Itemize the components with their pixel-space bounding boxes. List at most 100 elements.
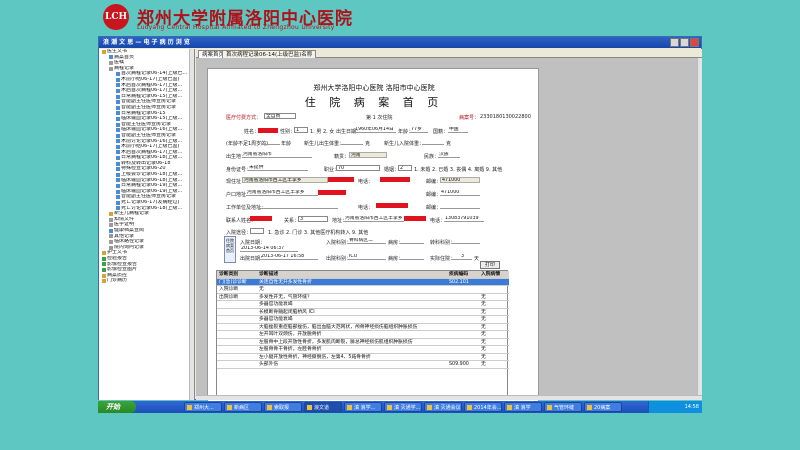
payment-select[interactable]: 全自费 bbox=[264, 113, 296, 119]
taskbar-button[interactable]: 新病区 bbox=[224, 402, 262, 412]
minimize-button[interactable] bbox=[670, 38, 679, 47]
taskbar-button-label: 2014年会... bbox=[474, 405, 502, 411]
document-icon bbox=[116, 206, 120, 211]
table-row[interactable]: 门(急)诊诊断 关连自性无开多发性骨折 S02.101 bbox=[217, 278, 509, 286]
route-select[interactable] bbox=[250, 228, 264, 234]
zip-field[interactable]: 471000 bbox=[440, 177, 480, 183]
doc-hospital-line: 郑州大学洛阳中心医院 洛阳市中心医院 bbox=[313, 84, 435, 92]
marriage-select[interactable]: 2 bbox=[398, 165, 412, 171]
cell-description: 头部外伤 bbox=[259, 362, 279, 367]
hukou-redaction bbox=[318, 190, 346, 195]
table-row[interactable]: 出院诊断 多发性开无，气管环缝？ 无 bbox=[217, 294, 509, 301]
taskbar-button-label: 郑州大... bbox=[194, 405, 214, 411]
tree-scrollbar[interactable] bbox=[189, 49, 194, 400]
doc-title: 住 院 病 案 首 页 bbox=[304, 96, 444, 109]
taskbar-button[interactable]: 2014年会... bbox=[464, 402, 502, 412]
document-icon bbox=[102, 262, 106, 267]
table-row[interactable]: 左股骨中上段开放性骨折，多发肌肉断裂，腓总神经损伤肌组织肿胀损伤 无 bbox=[217, 339, 509, 346]
job-select[interactable]: 70 bbox=[336, 165, 380, 171]
cell-condition bbox=[479, 286, 509, 293]
maximize-button[interactable] bbox=[680, 38, 689, 47]
nation-field[interactable]: 中国 bbox=[448, 127, 468, 133]
tree-item[interactable]: 门诊病历 bbox=[99, 278, 194, 284]
document-icon bbox=[116, 72, 120, 77]
viewer-hscrollbar[interactable] bbox=[196, 395, 702, 400]
id-field[interactable]: 未提供 bbox=[248, 165, 308, 171]
close-button[interactable] bbox=[690, 38, 699, 47]
phone2-label: 电话： bbox=[358, 205, 374, 211]
taskbar-button[interactable]: 浪文道 bbox=[304, 402, 342, 412]
viewer-vscrollbar[interactable] bbox=[697, 58, 702, 395]
taskbar-button[interactable]: 郑州大... bbox=[184, 402, 222, 412]
discharge-date-field[interactable]: 2013-06-17 16:58 bbox=[260, 254, 318, 260]
cell-code bbox=[447, 346, 479, 353]
table-row[interactable]: 入院诊断 无 bbox=[217, 286, 509, 294]
birth-field[interactable]: 1960年06月14日 bbox=[354, 127, 396, 133]
tab-first-course[interactable]: 首次病程记录06-14(上级巴监)名称 bbox=[222, 50, 317, 58]
sex-select[interactable]: 1 bbox=[294, 127, 308, 133]
ethnic-field[interactable]: 汉族 bbox=[438, 152, 460, 158]
name-redaction bbox=[258, 128, 278, 133]
zip2-field[interactable]: 471000 bbox=[440, 190, 480, 196]
hospital-logo: LCH bbox=[103, 4, 129, 30]
newborn-weight2-field[interactable] bbox=[422, 139, 444, 145]
app-icon bbox=[507, 405, 512, 410]
age-field[interactable]: 77岁 bbox=[410, 127, 428, 133]
record-tree: 医生文书 病案首页 医嘱 病程记录 首次病程记录06-14(上级巴... 术前小结06-1… bbox=[99, 49, 195, 400]
ward2-field[interactable] bbox=[400, 254, 424, 260]
taskbar-button[interactable]: 滇 浪学 bbox=[504, 402, 542, 412]
zip-label: 邮编： bbox=[426, 179, 442, 185]
native-field[interactable]: 河南 bbox=[349, 152, 387, 158]
app-icon bbox=[427, 405, 432, 410]
contact-phone-label: 电话： bbox=[430, 218, 446, 224]
table-row[interactable]: 左开耳叶双颌伤，开放脱骨折 无 bbox=[217, 331, 509, 339]
taskbar-button-label: 气管环缝 bbox=[554, 405, 575, 411]
newborn-weight-field[interactable] bbox=[341, 139, 363, 145]
document-viewer: 郑州大学洛阳中心医院 洛阳市中心医院 住 院 病 案 首 页 医疗付费方式： 全… bbox=[196, 58, 702, 408]
days-field[interactable]: 3 bbox=[452, 254, 472, 260]
table-row[interactable]: 长模断脊髓起闭脑桥风 ICI 无 bbox=[217, 309, 509, 316]
table-row[interactable]: 大脑挫裂重症脑部挫伤，脑出血脑大范网状，颅骨神经损伤脑组织肿胀损伤 无 bbox=[217, 324, 509, 331]
admit-date-field[interactable]: 2013-06-14 06:37 bbox=[240, 246, 298, 252]
start-button[interactable]: 开始 bbox=[98, 401, 136, 413]
document-icon bbox=[116, 167, 120, 172]
discharge-dept-field[interactable]: ICU bbox=[348, 254, 386, 260]
taskbar-button[interactable]: 滇 浪学... bbox=[344, 402, 382, 412]
birthplace-field[interactable]: 河南省洛阳市 bbox=[242, 152, 312, 158]
taskbar-button[interactable]: 20病案 bbox=[584, 402, 622, 412]
table-row[interactable]: 左小腿开放性骨折，神经撕脱伤，左第4、5跖骨骨折 无 bbox=[217, 354, 509, 361]
days-unit: 天 bbox=[474, 256, 480, 262]
cell-category bbox=[217, 324, 257, 331]
payment-label: 医疗付费方式： bbox=[226, 115, 262, 121]
work-field[interactable] bbox=[258, 203, 338, 209]
cell-condition: 无 bbox=[481, 302, 486, 307]
transfer-field[interactable] bbox=[452, 238, 480, 244]
table-row[interactable]: 左股骨骨干骨折，左胫骨骨折 无 bbox=[217, 346, 509, 354]
taskbar-button[interactable]: 滇 灭通会议... bbox=[424, 402, 462, 412]
table-row[interactable]: 多器官功能衰竭 无 bbox=[217, 301, 509, 309]
zip3-field[interactable] bbox=[440, 203, 480, 209]
admit-dept-field[interactable]: 骨科病区二 bbox=[348, 238, 386, 244]
ward-field[interactable] bbox=[400, 238, 424, 244]
table-row[interactable]: 头部外伤 S09.900 无 bbox=[217, 361, 509, 369]
addr-field[interactable]: 河南省洛阳市西工区丰李乡 bbox=[242, 177, 328, 183]
print-button[interactable]: 打印 bbox=[480, 261, 500, 269]
hukou-field[interactable]: 河南省洛阳市西工区丰李乡 bbox=[246, 190, 318, 196]
cell-category bbox=[217, 346, 257, 353]
infant-age-field[interactable] bbox=[262, 139, 280, 145]
taskbar-button[interactable]: 索取报 bbox=[264, 402, 302, 412]
system-tray: 14:58 bbox=[648, 401, 702, 413]
document-icon bbox=[116, 156, 120, 161]
nation-label: 国籍： bbox=[433, 129, 449, 135]
taskbar-button[interactable]: 气管环缝 bbox=[544, 402, 582, 412]
taskbar-button[interactable]: 滇 灭通学... bbox=[384, 402, 422, 412]
contact-phone-field[interactable]: 13083791039 bbox=[444, 216, 484, 222]
contact-addr-field[interactable]: 河南省洛阳市西工区丰李乡 bbox=[344, 216, 404, 222]
document-icon bbox=[116, 122, 120, 127]
infant-age-unit: 年龄 bbox=[281, 141, 292, 147]
relation-select[interactable]: 3 bbox=[298, 216, 328, 222]
cell-condition: 无 bbox=[481, 339, 486, 345]
table-row[interactable]: 多器官功能衰竭 无 bbox=[217, 316, 509, 324]
marriage-options: 1. 未婚 2. 已婚 3. 丧偶 4. 离婚 9. 其他 bbox=[414, 167, 503, 173]
app-icon bbox=[347, 405, 352, 410]
